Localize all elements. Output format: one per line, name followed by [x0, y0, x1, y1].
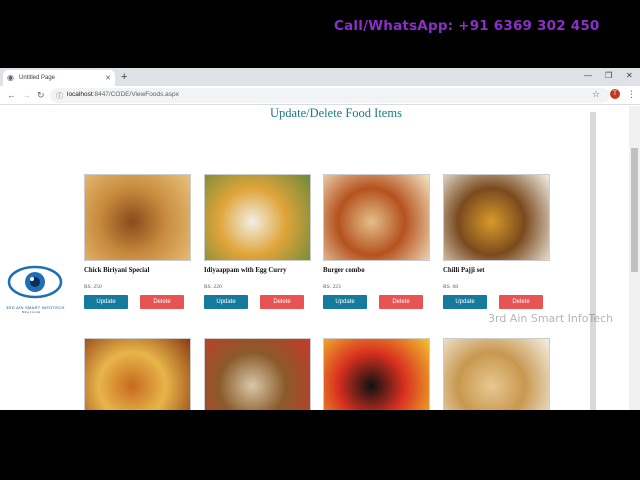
- info-icon[interactable]: ⓘ: [56, 91, 63, 101]
- logo-tagline: Bring it to Life: [22, 310, 41, 314]
- url-text: localhost:8447/CODE/ViewFoods.aspx: [67, 91, 179, 98]
- update-button[interactable]: Update: [204, 295, 248, 309]
- action-buttons: Update Delete: [84, 295, 184, 309]
- menu-icon[interactable]: ⋮: [627, 89, 636, 100]
- food-image: [443, 174, 550, 261]
- food-name: Burger combo: [323, 267, 365, 274]
- food-image: [84, 338, 191, 410]
- food-image: [204, 174, 311, 261]
- forward-icon[interactable]: →: [22, 90, 31, 100]
- minimize-icon[interactable]: —: [584, 71, 592, 80]
- url-host: localhost: [67, 91, 93, 98]
- action-buttons: Update Delete: [443, 295, 543, 309]
- reload-icon[interactable]: ↻: [37, 90, 45, 100]
- screen: ◉ Untitled Page ✕ + — ❐ ✕ ← → ↻ ⓘ localh…: [0, 0, 640, 480]
- watermark: 3rd Ain Smart InfoTech: [488, 312, 614, 325]
- food-name: Chilli Pajji set: [443, 267, 485, 274]
- food-image: [84, 174, 191, 261]
- delete-button[interactable]: Delete: [499, 295, 543, 309]
- url-path: :8447/CODE/ViewFoods.aspx: [92, 91, 179, 98]
- address-bar[interactable]: ⓘ localhost:8447/CODE/ViewFoods.aspx: [50, 88, 610, 103]
- browser-window: ◉ Untitled Page ✕ + — ❐ ✕ ← → ↻ ⓘ localh…: [0, 68, 640, 410]
- food-card: Burger combo RS. 223 Update Delete: [323, 174, 433, 309]
- food-price: RS. 220: [204, 284, 222, 290]
- food-card: paroto: [443, 338, 553, 410]
- inner-scrollbar[interactable]: [590, 112, 596, 410]
- food-price: RS. 223: [323, 284, 341, 290]
- food-card: Chilli Pajji set RS. 68 Update Delete: [443, 174, 553, 309]
- globe-icon: ◉: [7, 73, 14, 82]
- update-button[interactable]: Update: [323, 295, 367, 309]
- food-price: RS. 250: [84, 284, 102, 290]
- tab-title: Untitled Page: [19, 75, 56, 81]
- back-icon[interactable]: ←: [7, 90, 16, 100]
- delete-button[interactable]: Delete: [140, 295, 184, 309]
- scrollbar-thumb[interactable]: [631, 148, 638, 272]
- food-card: Arabian Biriyani: [84, 338, 194, 410]
- food-card: Chappathi: [204, 338, 314, 410]
- delete-button[interactable]: Delete: [379, 295, 423, 309]
- food-name: Idiyaappam with Egg Curry: [204, 267, 287, 274]
- food-card: Idiyaappam with Egg Curry RS. 220 Update De…: [204, 174, 314, 309]
- food-image: [323, 174, 430, 261]
- food-price: RS. 68: [443, 284, 458, 290]
- window-close-icon[interactable]: ✕: [626, 71, 633, 80]
- action-buttons: Update Delete: [204, 295, 304, 309]
- page-title: Update/Delete Food Items: [270, 106, 402, 120]
- food-card: Chick Biriyani Special RS. 250 Update Delet…: [84, 174, 194, 309]
- avatar[interactable]: T: [610, 89, 620, 99]
- new-tab-icon[interactable]: +: [121, 71, 127, 83]
- close-icon[interactable]: ✕: [105, 74, 111, 82]
- delete-button[interactable]: Delete: [260, 295, 304, 309]
- update-button[interactable]: Update: [443, 295, 487, 309]
- page-content: Update/Delete Food Items Chick Biriyani …: [0, 106, 596, 410]
- page-scrollbar[interactable]: [629, 106, 640, 410]
- maximize-icon[interactable]: ❐: [605, 71, 612, 80]
- food-image: [443, 338, 550, 410]
- bookmark-star-icon[interactable]: ☆: [592, 89, 600, 100]
- contact-callout: Call/WhatsApp: +91 6369 302 450: [334, 18, 600, 34]
- food-name: Chick Biriyani Special: [84, 267, 150, 274]
- update-button[interactable]: Update: [84, 295, 128, 309]
- food-image: [204, 338, 311, 410]
- browser-tab[interactable]: ◉ Untitled Page ✕: [3, 70, 115, 86]
- food-image: [323, 338, 430, 410]
- tab-strip: ◉ Untitled Page ✕ + — ❐ ✕: [0, 68, 640, 86]
- toolbar: ← → ↻ ⓘ localhost:8447/CODE/ViewFoods.as…: [0, 86, 640, 105]
- food-card: Chick burger: [323, 338, 433, 410]
- action-buttons: Update Delete: [323, 295, 423, 309]
